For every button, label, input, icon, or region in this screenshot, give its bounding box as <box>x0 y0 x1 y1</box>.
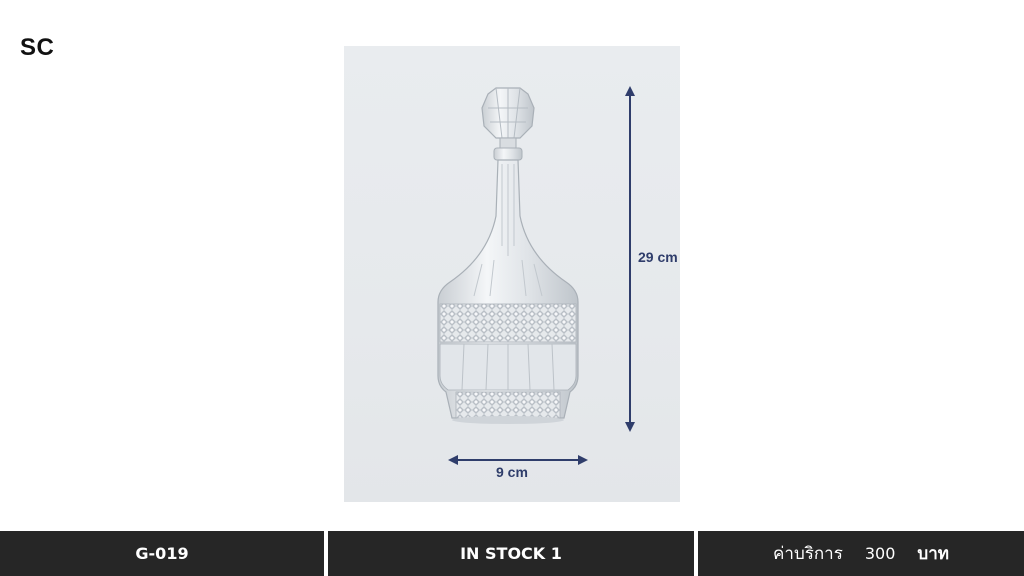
product-code-text: G-019 <box>135 544 189 563</box>
stock-status: IN STOCK 1 <box>328 531 694 576</box>
brand-logo: SC <box>20 34 55 61</box>
price-value: 300 <box>864 544 896 563</box>
price-label: ค่าบริการ <box>773 544 843 564</box>
footer-bar: G-019 IN STOCK 1 ค่าบริการ 300 บาท <box>0 531 1024 576</box>
price-unit: บาท <box>917 544 949 564</box>
stock-text: IN STOCK 1 <box>460 544 562 563</box>
height-dimension <box>625 86 635 432</box>
stopper <box>481 87 535 161</box>
width-label: 9 cm <box>496 464 528 480</box>
decanter-body <box>437 159 579 424</box>
height-label: 29 cm <box>638 249 678 265</box>
product-code: G-019 <box>0 531 324 576</box>
product-photo: 29 cm 9 cm <box>344 46 680 502</box>
decanter-illustration <box>437 86 635 465</box>
service-price: ค่าบริการ 300 บาท <box>698 531 1024 576</box>
